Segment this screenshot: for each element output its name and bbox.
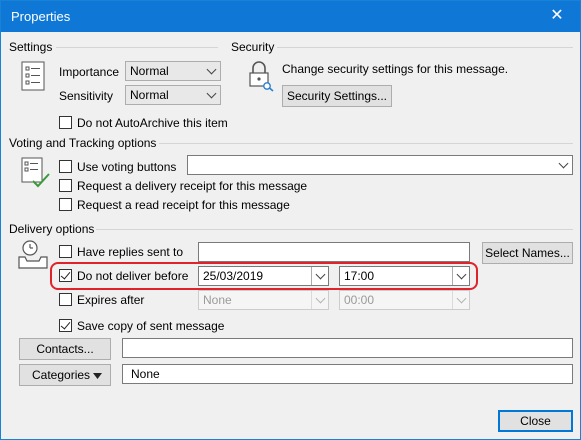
save-copy-checkbox[interactable] [59, 319, 72, 332]
categories-value: None [131, 367, 160, 381]
no-autoarchive-label: Do not AutoArchive this item [77, 116, 228, 130]
have-replies-checkbox[interactable] [59, 245, 72, 258]
delivery-tray-clock-icon [18, 240, 48, 269]
deliver-date-value: 25/03/2019 [203, 269, 264, 283]
delivery-divider [96, 229, 573, 230]
chevron-down-icon [203, 86, 220, 104]
use-voting-label: Use voting buttons [77, 160, 177, 174]
voting-check-icon [21, 157, 50, 188]
select-names-button[interactable]: Select Names... [482, 242, 573, 264]
voting-buttons-select[interactable] [187, 155, 573, 175]
do-not-deliver-before-checkbox[interactable] [59, 269, 72, 282]
expires-date-select[interactable]: None [198, 290, 329, 310]
categories-button[interactable]: Categories [19, 364, 111, 386]
read-receipt-checkbox[interactable] [59, 198, 72, 211]
security-divider [277, 47, 573, 48]
expires-date-value: None [203, 293, 232, 307]
sensitivity-label: Sensitivity [59, 89, 114, 103]
settings-divider [56, 47, 218, 48]
importance-value: Normal [130, 64, 169, 78]
use-voting-checkbox[interactable] [59, 160, 72, 173]
close-icon[interactable]: ✕ [534, 1, 580, 32]
title-bar: Properties ✕ [1, 1, 580, 32]
settings-heading: Settings [9, 40, 53, 54]
expires-time-value: 00:00 [344, 293, 375, 307]
deliver-time-select[interactable]: 17:00 [339, 266, 470, 286]
contacts-input[interactable] [122, 338, 573, 358]
security-heading: Security [231, 40, 275, 54]
close-button[interactable]: Close [498, 410, 573, 432]
chevron-down-icon [203, 62, 220, 80]
voting-heading: Voting and Tracking options [9, 136, 157, 150]
security-settings-button[interactable]: Security Settings... [282, 85, 392, 107]
chevron-down-icon [555, 156, 572, 174]
security-lock-icon [249, 61, 274, 92]
sensitivity-select[interactable]: Normal [125, 85, 221, 105]
properties-dialog: Properties ✕ Settings Importance Normal … [0, 0, 581, 440]
categories-button-label: Categories [32, 368, 91, 382]
voting-divider [159, 143, 573, 144]
have-replies-label: Have replies sent to [77, 245, 184, 259]
do-not-deliver-before-label: Do not deliver before [77, 269, 189, 283]
delivery-heading: Delivery options [9, 222, 95, 236]
chevron-down-icon [452, 267, 469, 285]
window-title: Properties [11, 9, 71, 24]
security-description: Change security settings for this messag… [282, 62, 509, 76]
read-receipt-label: Request a read receipt for this message [77, 198, 290, 212]
categories-arrow-icon [93, 373, 102, 379]
expires-after-checkbox[interactable] [59, 293, 72, 306]
importance-select[interactable]: Normal [125, 61, 221, 81]
settings-list-icon [21, 61, 45, 91]
deliver-time-value: 17:00 [344, 269, 375, 283]
expires-time-select[interactable]: 00:00 [339, 290, 470, 310]
categories-input[interactable]: None [122, 364, 573, 384]
deliver-date-select[interactable]: 25/03/2019 [198, 266, 329, 286]
importance-label: Importance [59, 65, 120, 79]
delivery-receipt-checkbox[interactable] [59, 179, 72, 192]
expires-after-label: Expires after [77, 293, 145, 307]
no-autoarchive-checkbox[interactable] [59, 116, 72, 129]
replies-to-input[interactable] [198, 242, 470, 262]
contacts-button[interactable]: Contacts... [19, 338, 111, 360]
delivery-receipt-label: Request a delivery receipt for this mess… [77, 179, 308, 193]
sensitivity-value: Normal [130, 88, 169, 102]
chevron-down-icon [311, 291, 328, 309]
save-copy-label: Save copy of sent message [77, 319, 225, 333]
chevron-down-icon [452, 291, 469, 309]
chevron-down-icon [311, 267, 328, 285]
